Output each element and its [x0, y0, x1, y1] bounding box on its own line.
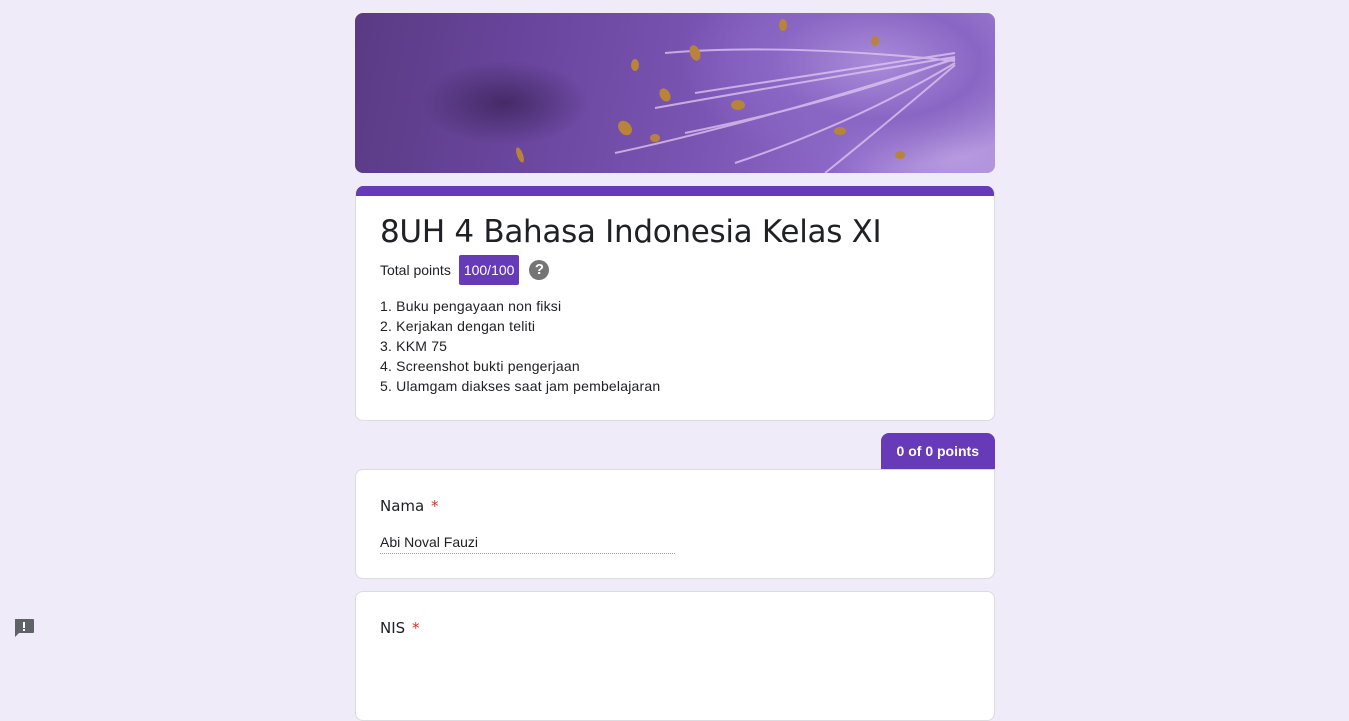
report-problem-icon[interactable]: [13, 618, 35, 638]
question-title: NIS: [380, 619, 406, 637]
description-line: 1. Buku pengayaan non fiksi: [380, 298, 562, 314]
answer-text: Abi Noval Fauzi: [380, 534, 675, 554]
description-line: 4. Screenshot bukti pengerjaan: [380, 358, 580, 374]
total-points-badge: 100/100: [458, 255, 520, 285]
form-title: 8UH 4 Bahasa Indonesia Kelas XI: [380, 214, 882, 250]
required-asterisk: *: [411, 619, 420, 637]
flower-illustration: [516, 19, 956, 173]
section-score-badge: 0 of 0 points: [880, 433, 995, 469]
total-points-label: Total points: [380, 262, 451, 278]
section-score-row: 0 of 0 points: [355, 433, 995, 469]
question-label: Nama *: [380, 494, 970, 518]
header-image: [355, 13, 995, 173]
form-container: 8UH 4 Bahasa Indonesia Kelas XI Total po…: [355, 13, 995, 721]
form-title-card: 8UH 4 Bahasa Indonesia Kelas XI Total po…: [355, 186, 995, 421]
required-asterisk: *: [431, 497, 439, 515]
description-line: 3. KKM 75: [380, 338, 448, 354]
question-card-nis: NIS *: [355, 591, 995, 721]
question-label: NIS *: [380, 616, 970, 640]
accent-bar: [356, 186, 994, 196]
description-line: 5. Ulamgam diakses saat jam pembelajaran: [380, 378, 661, 394]
help-icon[interactable]: ?: [529, 260, 550, 280]
total-points-row: Total points 100/100 ?: [380, 254, 970, 286]
question-card-nama: Nama * Abi Noval Fauzi: [355, 469, 995, 579]
question-title: Nama: [380, 497, 425, 515]
form-description: 1. Buku pengayaan non fiksi 2. Kerjakan …: [380, 296, 970, 396]
description-line: 2. Kerjakan dengan teliti: [380, 318, 536, 334]
